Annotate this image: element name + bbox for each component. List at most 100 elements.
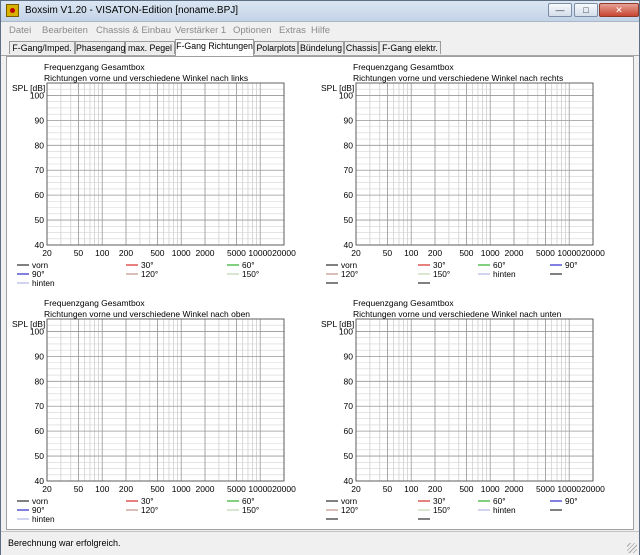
menu-extras[interactable]: Extras [279, 25, 306, 36]
x-tick-label: 10000 [248, 248, 272, 258]
tab-fgang-imped[interactable]: F-Gang/Imped. [9, 41, 75, 54]
tab-strip: F-Gang/Imped. Phasengang max. Pegel F-Ga… [1, 39, 639, 56]
y-tick-label: 50 [344, 451, 354, 461]
legend-label: hinten [493, 269, 516, 279]
x-tick-label: 20 [351, 248, 361, 258]
chart-area: Frequenzgang Gesamtbox Richtungen vorne u… [6, 56, 634, 530]
y-tick-label: 50 [35, 451, 45, 461]
legend-label: 120° [141, 269, 158, 279]
tab-buendelung[interactable]: Bündelung [298, 41, 344, 54]
legend-label: hinten [32, 278, 55, 288]
legend-label: 120° [341, 269, 358, 279]
menu-chassis[interactable]: Chassis & Einbau [96, 25, 171, 36]
x-tick-label: 20 [42, 248, 52, 258]
legend-label: hinten [493, 505, 516, 515]
app-window: Boxsim V1.20 - VISATON-Edition [noname.B… [0, 0, 640, 555]
x-tick-label: 200 [119, 484, 133, 494]
x-tick-label: 5000 [227, 484, 246, 494]
x-tick-label: 100 [95, 484, 109, 494]
y-tick-label: 90 [344, 115, 354, 125]
menu-optionen[interactable]: Optionen [233, 25, 272, 36]
x-tick-label: 2000 [505, 248, 524, 258]
x-tick-label: 100 [95, 248, 109, 258]
y-tick-label: 70 [35, 165, 45, 175]
y-tick-label: 90 [344, 351, 354, 361]
legend-label: 150° [242, 269, 259, 279]
y-tick-label: 60 [344, 426, 354, 436]
x-tick-label: 100 [404, 248, 418, 258]
y-tick-label: 60 [35, 426, 45, 436]
maximize-button[interactable]: □ [574, 3, 598, 17]
legend-label: 120° [141, 505, 158, 515]
y-tick-label: 60 [35, 190, 45, 200]
x-tick-label: 5000 [536, 484, 555, 494]
x-tick-label: 100 [404, 484, 418, 494]
tab-max-pegel[interactable]: max. Pegel [125, 41, 175, 54]
title-bar[interactable]: Boxsim V1.20 - VISATON-Edition [noname.B… [1, 1, 639, 22]
chart-panel: Frequenzgang Gesamtbox Richtungen vorne u… [318, 295, 628, 531]
y-tick-label: 80 [344, 376, 354, 386]
y-tick-label: 50 [344, 215, 354, 225]
x-tick-label: 2000 [505, 484, 524, 494]
menu-datei[interactable]: Datei [9, 25, 31, 36]
tab-fgang-richtungen[interactable]: F-Gang Richtungen [175, 39, 254, 56]
menu-bar: Datei Bearbeiten Chassis & Einbau Verstä… [1, 22, 639, 38]
x-tick-label: 200 [428, 248, 442, 258]
x-tick-label: 2000 [196, 484, 215, 494]
y-tick-label: 80 [35, 140, 45, 150]
resize-grip[interactable] [627, 543, 637, 553]
y-tick-label: 50 [35, 215, 45, 225]
y-tick-label: 90 [35, 115, 45, 125]
y-tick-label: 90 [35, 351, 45, 361]
legend-label: 150° [433, 269, 450, 279]
x-tick-label: 5000 [536, 248, 555, 258]
frequency-response-plot: SPL [dB]40506070809010020 50 100 200 500 1000… [12, 82, 296, 288]
tab-fgang-elektr[interactable]: F-Gang elektr. [379, 41, 441, 54]
x-tick-label: 1000 [481, 248, 500, 258]
tab-phasengang[interactable]: Phasengang [75, 41, 125, 54]
menu-bearbeiten[interactable]: Bearbeiten [42, 25, 88, 36]
legend-label: hinten [32, 514, 55, 524]
x-tick-label: 500 [150, 248, 164, 258]
status-text: Berechnung war erfolgreich. [8, 538, 121, 548]
y-tick-label: 60 [344, 190, 354, 200]
x-tick-label: 1000 [172, 484, 191, 494]
legend-label: 120° [341, 505, 358, 515]
x-tick-label: 20000 [581, 248, 605, 258]
y-tick-label: 100 [339, 90, 353, 100]
x-tick-label: 20 [42, 484, 52, 494]
y-tick-label: 80 [344, 140, 354, 150]
y-tick-label: 100 [339, 326, 353, 336]
x-tick-label: 5000 [227, 248, 246, 258]
x-tick-label: 20000 [272, 248, 296, 258]
x-tick-label: 50 [383, 484, 393, 494]
x-tick-label: 20 [351, 484, 361, 494]
x-tick-label: 20000 [272, 484, 296, 494]
menu-verstaerker[interactable]: Verstärker 1 [175, 25, 226, 36]
minimize-button[interactable]: — [548, 3, 572, 17]
legend-label: 150° [433, 505, 450, 515]
x-tick-label: 20000 [581, 484, 605, 494]
y-tick-label: 100 [30, 326, 44, 336]
app-logo-icon [6, 4, 19, 17]
window-title: Boxsim V1.20 - VISATON-Edition [noname.B… [25, 5, 239, 16]
menu-hilfe[interactable]: Hilfe [311, 25, 330, 36]
close-button[interactable]: ✕ [599, 3, 639, 17]
frequency-response-plot: SPL [dB]40506070809010020 50 100 200 500 1000… [12, 318, 296, 524]
tab-chassis[interactable]: Chassis [344, 41, 379, 54]
x-tick-label: 1000 [172, 248, 191, 258]
chart-panel: Frequenzgang Gesamtbox Richtungen vorne u… [318, 59, 628, 295]
legend-label: 150° [242, 505, 259, 515]
chart-panel: Frequenzgang Gesamtbox Richtungen vorne u… [9, 295, 319, 531]
x-tick-label: 50 [383, 248, 393, 258]
x-tick-label: 200 [428, 484, 442, 494]
legend-label: 90° [565, 496, 578, 506]
frequency-response-plot: SPL [dB]40506070809010020 50 100 200 500 1000… [321, 318, 605, 520]
x-tick-label: 2000 [196, 248, 215, 258]
x-tick-label: 500 [459, 248, 473, 258]
tab-polarplots[interactable]: Polarplots [254, 41, 298, 54]
x-tick-label: 50 [74, 484, 84, 494]
x-tick-label: 10000 [248, 484, 272, 494]
y-tick-label: 70 [35, 401, 45, 411]
y-tick-label: 100 [30, 90, 44, 100]
